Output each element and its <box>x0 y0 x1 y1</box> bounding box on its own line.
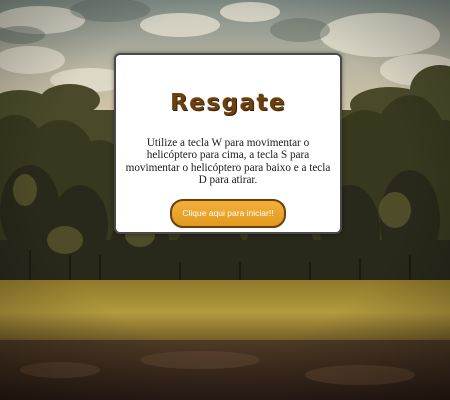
start-dialog: Resgate Utilize a tecla W para movimenta… <box>114 53 342 234</box>
start-game-button[interactable]: Clique aqui para iniciar!! <box>170 198 286 228</box>
instructions-text: Utilize a tecla W para movimentar o heli… <box>125 137 331 187</box>
game-title: Resgate <box>169 90 287 116</box>
